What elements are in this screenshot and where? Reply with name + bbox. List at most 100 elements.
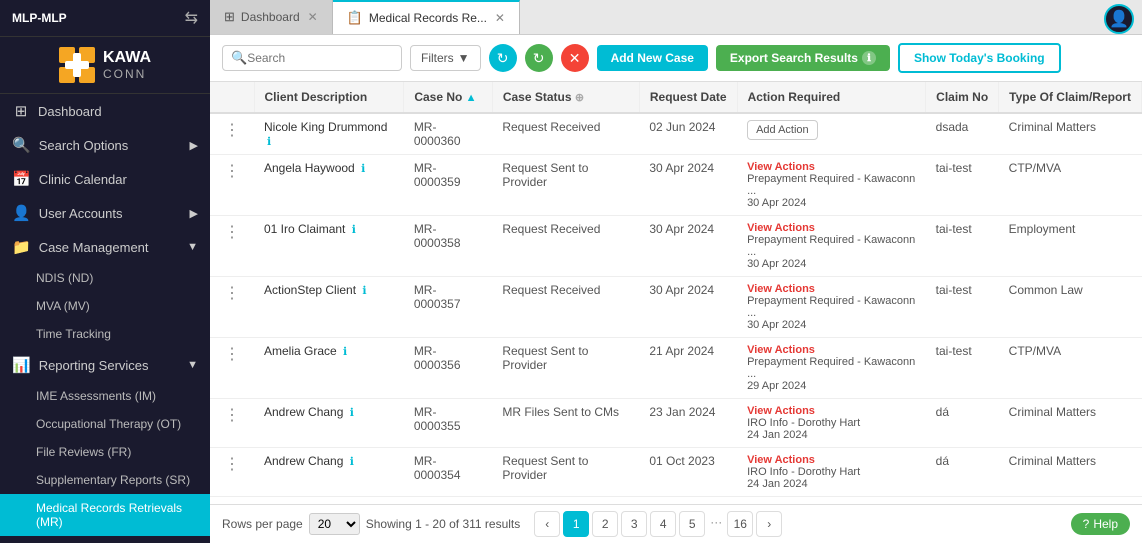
table-row: ⋮ Nicole King Drummond ℹ MR-0000360 Requ… — [210, 113, 1142, 155]
sidebar-item-reporting-services[interactable]: 📊 Reporting Services ▼ — [0, 348, 210, 382]
reporting-services-icon: 📊 — [12, 356, 31, 374]
tab-dashboard[interactable]: ⊞ Dashboard ✕ — [210, 0, 333, 34]
client-name: Nicole King Drummond — [264, 120, 387, 134]
sidebar-item-mva[interactable]: MVA (MV) — [0, 292, 210, 320]
sidebar-item-dashboard-label: Dashboard — [38, 104, 102, 119]
sidebar-item-ime[interactable]: IME Assessments (IM) — [0, 382, 210, 410]
sidebar-item-dashboard[interactable]: ⊞ Dashboard — [0, 94, 210, 128]
pagination-dots: ··· — [708, 511, 724, 537]
clear-button[interactable]: ✕ — [561, 44, 589, 72]
sidebar-toggle-icon[interactable]: ⇆ — [185, 8, 198, 28]
sidebar-item-user-accounts[interactable]: 👤 User Accounts ▶ — [0, 196, 210, 230]
refresh-green-button[interactable]: ↻ — [525, 44, 553, 72]
show-todays-booking-button[interactable]: Show Today's Booking — [898, 43, 1061, 73]
case-number: MR-0000357 — [414, 283, 461, 311]
row-menu-icon[interactable]: ⋮ — [220, 456, 244, 473]
table-area: Client Description Case No ▲ Case Status… — [210, 82, 1142, 504]
showing-label: Showing 1 - 20 of 311 results — [366, 517, 521, 531]
sidebar-item-supplementary[interactable]: Supplementary Reports (SR) — [0, 466, 210, 494]
case-number: MR-0000354 — [414, 454, 461, 482]
row-menu-icon[interactable]: ⋮ — [220, 122, 244, 139]
view-actions-link[interactable]: View Actions — [747, 222, 916, 234]
report-type-text: Common Law — [1009, 283, 1083, 297]
sidebar: MLP-MLP ⇆ KAWA CONN ⊞ — [0, 0, 210, 543]
action-detail-2: 30 Apr 2024 — [747, 319, 916, 331]
case-management-icon: 📁 — [12, 238, 31, 256]
view-actions-link[interactable]: View Actions — [747, 405, 916, 417]
action-detail-1: Prepayment Required - Kawaconn ... — [747, 173, 916, 197]
filter-chevron-icon: ▼ — [458, 51, 470, 65]
sidebar-item-clinic-calendar-label: Clinic Calendar — [39, 172, 127, 187]
claim-no-cell: dsada — [926, 113, 999, 155]
table-row: ⋮ ActionStep Client ℹ MR-0000357 Request… — [210, 277, 1142, 338]
sidebar-item-clinic-calendar[interactable]: 📅 Clinic Calendar — [0, 162, 210, 196]
report-type-text: CTP/MVA — [1009, 344, 1061, 358]
sidebar-item-ime-label: IME Assessments (IM) — [36, 389, 156, 403]
claim-number: dá — [936, 405, 949, 419]
date-cell: 21 Apr 2024 — [639, 338, 737, 399]
pagination-bar: Rows per page 20 50 100 Showing 1 - 20 o… — [210, 504, 1142, 543]
action-cell: View Actions Prepayment Required - Kawac… — [737, 155, 926, 216]
sidebar-item-time-tracking[interactable]: Time Tracking — [0, 320, 210, 348]
row-menu-icon[interactable]: ⋮ — [220, 346, 244, 363]
row-menu-icon[interactable]: ⋮ — [220, 163, 244, 180]
sidebar-item-case-management[interactable]: 📁 Case Management ▼ — [0, 230, 210, 264]
case-status: Request Received — [502, 120, 600, 134]
view-actions-link[interactable]: View Actions — [747, 454, 916, 466]
sidebar-item-ot-label: Occupational Therapy (OT) — [36, 417, 181, 431]
view-actions-link[interactable]: View Actions — [747, 161, 916, 173]
filter-button[interactable]: Filters ▼ — [410, 45, 481, 71]
view-actions-link[interactable]: View Actions — [747, 283, 916, 295]
sidebar-item-ndis-label: NDIS (ND) — [36, 271, 93, 285]
view-actions-link[interactable]: View Actions — [747, 344, 916, 356]
sidebar-item-ndis[interactable]: NDIS (ND) — [0, 264, 210, 292]
report-type-cell: Criminal Matters — [999, 448, 1142, 497]
report-type-cell: CTP/MVA — [999, 338, 1142, 399]
sidebar-item-search-options[interactable]: 🔍 Search Options ▶ — [0, 128, 210, 162]
logo-box: KAWA CONN — [0, 37, 210, 94]
action-detail-2: 24 Jan 2024 — [747, 478, 916, 490]
user-avatar[interactable]: 👤 — [1104, 4, 1134, 34]
request-date: 30 Apr 2024 — [649, 283, 714, 297]
sidebar-item-ot[interactable]: Occupational Therapy (OT) — [0, 410, 210, 438]
page-4-button[interactable]: 4 — [650, 511, 676, 537]
date-cell: 30 Apr 2024 — [639, 216, 737, 277]
report-type-text: Criminal Matters — [1009, 405, 1096, 419]
row-menu-cell: ⋮ — [210, 338, 254, 399]
prev-page-button[interactable]: ‹ — [534, 511, 560, 537]
row-menu-icon[interactable]: ⋮ — [220, 224, 244, 241]
sidebar-item-mnt[interactable]: Medical Negligence Triage (MN) — [0, 536, 210, 543]
sidebar-item-mva-label: MVA (MV) — [36, 299, 90, 313]
sidebar-item-file-reviews[interactable]: File Reviews (FR) — [0, 438, 210, 466]
row-menu-cell: ⋮ — [210, 277, 254, 338]
request-date: 02 Jun 2024 — [649, 120, 715, 134]
client-cell: 01 Iro Claimant ℹ — [254, 216, 404, 277]
client-cell: Angela Haywood ℹ — [254, 155, 404, 216]
mrr-tab-icon: 📋 — [347, 10, 363, 26]
logo-icon — [59, 47, 95, 83]
report-type-cell: Employment — [999, 216, 1142, 277]
mrr-tab-close[interactable]: ✕ — [495, 11, 505, 25]
rows-per-page-select[interactable]: 20 50 100 — [309, 513, 360, 535]
page-1-button[interactable]: 1 — [563, 511, 589, 537]
page-5-button[interactable]: 5 — [679, 511, 705, 537]
refresh-blue-button[interactable]: ↻ — [489, 44, 517, 72]
row-menu-icon[interactable]: ⋮ — [220, 407, 244, 424]
help-button[interactable]: ? Help — [1071, 513, 1130, 535]
user-accounts-arrow: ▶ — [190, 207, 198, 220]
tab-mrr[interactable]: 📋 Medical Records Re... ✕ — [333, 0, 520, 34]
search-input[interactable] — [247, 51, 393, 65]
page-2-button[interactable]: 2 — [592, 511, 618, 537]
dashboard-tab-close[interactable]: ✕ — [308, 10, 318, 24]
action-cell: View Actions Prepayment Required - Kawac… — [737, 216, 926, 277]
sidebar-item-mrr[interactable]: Medical Records Retrievals (MR) — [0, 494, 210, 536]
row-menu-icon[interactable]: ⋮ — [220, 285, 244, 302]
action-detail-1: Prepayment Required - Kawaconn ... — [747, 234, 916, 258]
action-detail-2: 24 Jan 2024 — [747, 429, 916, 441]
export-search-results-button[interactable]: Export Search Results ℹ — [716, 45, 890, 71]
add-new-case-button[interactable]: Add New Case — [597, 45, 708, 71]
add-action-button[interactable]: Add Action — [747, 120, 818, 140]
next-page-button[interactable]: › — [756, 511, 782, 537]
page-3-button[interactable]: 3 — [621, 511, 647, 537]
page-16-button[interactable]: 16 — [727, 511, 753, 537]
